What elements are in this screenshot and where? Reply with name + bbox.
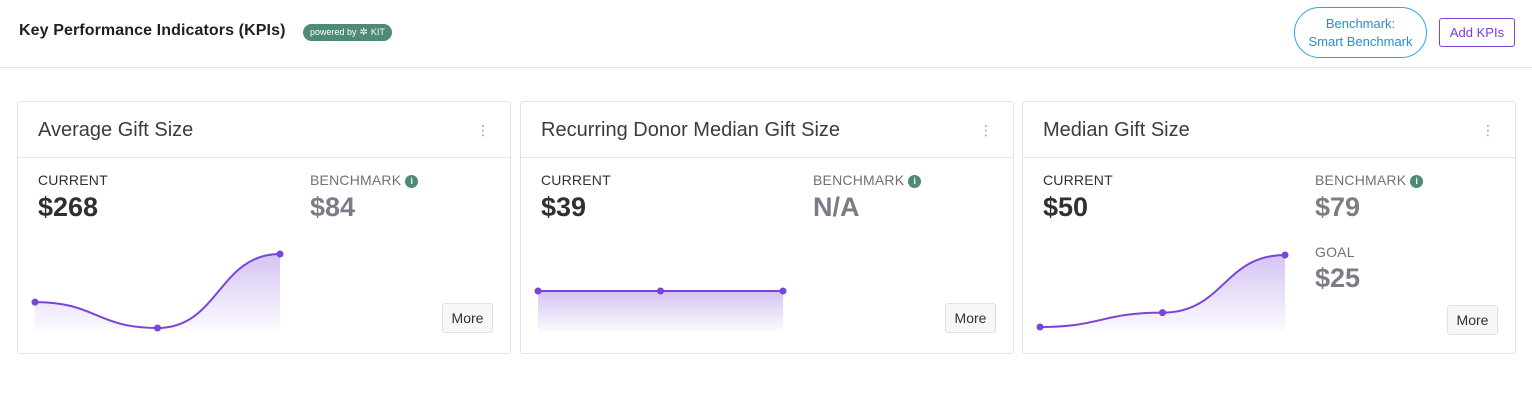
sparkline-point[interactable] <box>31 298 39 306</box>
page-title: Key Performance Indicators (KPIs) <box>19 22 286 39</box>
more-button[interactable]: More <box>1447 305 1498 335</box>
more-button[interactable]: More <box>442 303 493 333</box>
sparkline-point[interactable] <box>154 324 161 332</box>
sparkline-area <box>538 291 783 332</box>
benchmark-button-label: Benchmark: <box>1325 15 1396 31</box>
sparkline-point[interactable] <box>1159 309 1166 317</box>
powered-by-kit-badge: powered by ✲ KIT <box>303 24 392 41</box>
sparkline-point[interactable] <box>1036 323 1044 331</box>
kpi-card-recurring-donor-median-gift-size: Recurring Donor Median Gift Size ⋮ CURRE… <box>520 101 1014 354</box>
sparkline-point[interactable] <box>779 287 787 295</box>
kpi-header-bar: Key Performance Indicators (KPIs) powere… <box>0 0 1532 68</box>
powered-by-brand: KIT <box>370 27 385 37</box>
kit-logo-icon: ✲ <box>359 26 368 38</box>
powered-by-text: powered by <box>310 27 357 37</box>
sparkline-point[interactable] <box>657 287 664 295</box>
more-button[interactable]: More <box>945 303 996 333</box>
kpi-card-average-gift-size: Average Gift Size ⋮ CURRENT $268 BENCHMA… <box>17 101 511 354</box>
add-kpis-button[interactable]: Add KPIs <box>1439 18 1515 47</box>
sparkline-point[interactable] <box>276 250 284 258</box>
sparkline-point[interactable] <box>534 287 542 295</box>
sparkline-point[interactable] <box>1281 251 1289 259</box>
trend-sparkline <box>1036 251 1289 332</box>
benchmark-button-value: Smart Benchmark <box>1308 33 1413 49</box>
sparkline-area <box>1040 255 1285 332</box>
kpi-card-median-gift-size: Median Gift Size ⋮ CURRENT $50 BENCHMARK… <box>1022 101 1516 354</box>
trend-sparkline <box>534 287 787 332</box>
benchmark-selector-button[interactable]: Benchmark: Smart Benchmark <box>1294 7 1427 58</box>
trend-sparkline <box>31 250 284 332</box>
